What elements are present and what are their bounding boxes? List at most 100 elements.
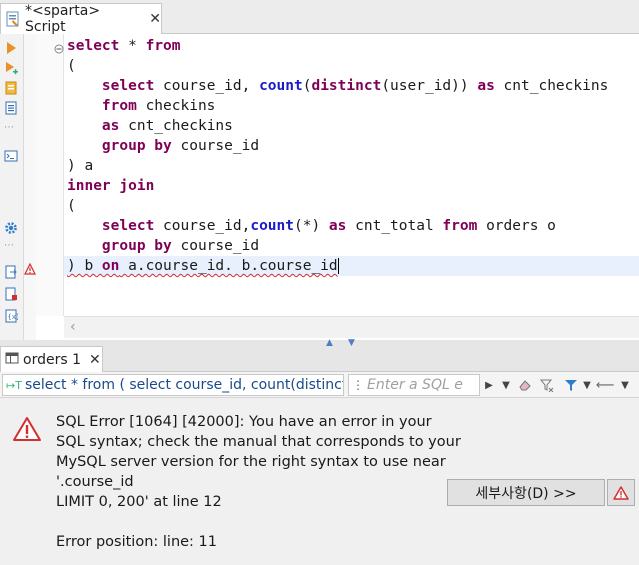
error-line: LIMIT 0, 200' at line 12 (56, 494, 222, 510)
code-text: checkins (136, 98, 216, 114)
code-text: (*) (294, 218, 329, 234)
error-line: MySQL server version for the right synta… (56, 454, 446, 470)
result-tab-title: orders 1 (23, 351, 81, 368)
error-line (56, 512, 446, 532)
error-line: '.course_id (56, 474, 134, 490)
error-line: Error position: line: 11 (56, 534, 217, 550)
query-type-icon: ↦T (6, 378, 22, 392)
code-text: course_id (171, 138, 260, 154)
code-line[interactable]: inner join (64, 176, 154, 196)
toolbar-separator-icon: ⋯ (4, 122, 14, 133)
explain-plan-icon[interactable] (4, 80, 18, 95)
close-tab-icon[interactable]: ✕ (149, 11, 161, 27)
menu-icon[interactable]: ▼ (616, 376, 634, 394)
executed-query-field[interactable]: ↦T select * from ( select course_id, cou… (2, 374, 344, 396)
code-keyword: from (101, 98, 137, 114)
code-text: orders o (477, 218, 556, 234)
horizontal-scrollbar[interactable]: ‹ (64, 316, 639, 338)
editor-tabbar: *<sparta> Script ✕ (0, 0, 639, 35)
error-line: SQL Error [1064] [42000]: You have an er… (56, 414, 432, 430)
code-line[interactable]: from checkins (64, 96, 216, 116)
code-function: count (250, 218, 294, 234)
code-keyword: as (477, 78, 495, 94)
code-text: * (119, 38, 146, 54)
code-text: ) a (67, 158, 94, 174)
filter-history-icon[interactable]: ▼ (497, 376, 515, 394)
run-script-icon[interactable] (4, 60, 18, 75)
code-keyword: select (101, 218, 155, 234)
app-window: *<sparta> Script ✕ ⋯ ⋯ {x select * from … (0, 0, 639, 565)
code-line[interactable]: as cnt_checkins (64, 116, 233, 136)
sql-filter-input[interactable] (367, 377, 467, 393)
run-statement-icon[interactable] (4, 40, 18, 54)
line-number-bar (36, 34, 64, 316)
code-error-keyword: on (101, 258, 120, 274)
code-line[interactable]: select course_id, count(distinct(user_id… (64, 76, 608, 96)
scroll-left-icon[interactable]: ‹ (70, 319, 76, 335)
results-tabbar: orders 1 ✕ (0, 346, 639, 372)
code-line[interactable]: ) a (64, 156, 93, 176)
code-keyword: as (101, 118, 120, 134)
grid-icon (5, 350, 19, 369)
code-line[interactable]: ( (64, 56, 76, 76)
code-keyword: from (442, 218, 478, 234)
text-caret (337, 258, 339, 274)
sql-filter-field[interactable]: ⋮ (348, 374, 480, 396)
code-keyword: group by (101, 238, 172, 254)
code-line[interactable]: ( (64, 196, 76, 216)
editor-side-toolbar: ⋯ ⋯ {x} (0, 34, 24, 340)
tab-orders-1[interactable]: orders 1 ✕ (0, 346, 103, 372)
load-plan-icon[interactable] (4, 100, 18, 115)
import-icon[interactable] (4, 286, 18, 301)
back-arrow-icon[interactable]: ⟵ (596, 376, 615, 394)
details-button[interactable]: 세부사항(D) >> (447, 479, 605, 506)
code-text: course_id, (154, 78, 260, 94)
code-line[interactable]: group by course_id (64, 136, 259, 156)
tab-sparta-script[interactable]: *<sparta> Script ✕ (0, 3, 162, 35)
code-keyword: select (67, 38, 120, 54)
code-line[interactable]: select * from (64, 36, 181, 56)
code-keyword: group by (101, 138, 172, 154)
toolbar-separator-icon: ⋯ (4, 240, 14, 251)
code-line[interactable]: select course_id,count(*) as cnt_total f… (64, 216, 556, 236)
close-result-tab-icon[interactable]: ✕ (89, 352, 101, 368)
error-line: SQL syntax; check the manual that corres… (56, 434, 461, 450)
open-console-icon[interactable] (4, 148, 18, 162)
code-keyword: distinct (311, 78, 382, 94)
code-text: course_id (171, 238, 260, 254)
error-warning-icon (12, 416, 42, 446)
error-log-button[interactable] (607, 479, 635, 506)
clear-filter-icon[interactable] (516, 376, 534, 394)
code-line[interactable]: ) b on a.course_id. b.course_id (64, 256, 639, 276)
filter-settings-icon[interactable] (538, 376, 556, 394)
code-area[interactable]: select * from( select course_id, count(d… (64, 36, 639, 318)
filter-dropdown-icon[interactable]: ▼ (578, 376, 596, 394)
code-keyword: as (328, 218, 347, 234)
export-icon[interactable] (4, 264, 18, 279)
warning-icon (24, 260, 36, 279)
executed-query-text: select * from ( select course_id, count(… (24, 377, 343, 393)
error-panel: SQL Error [1064] [42000]: You have an er… (0, 398, 639, 565)
code-keyword: select (101, 78, 155, 94)
annotation-ruler (24, 34, 36, 340)
sql-file-icon (5, 11, 21, 27)
svg-text:{x}: {x} (8, 313, 19, 321)
results-filter-bar: ↦T select * from ( select course_id, cou… (0, 372, 639, 398)
code-text: (user_id)) (381, 78, 478, 94)
code-error-text: ) b (67, 258, 102, 274)
code-text: course_id, (154, 218, 251, 234)
code-keyword: from (145, 38, 181, 54)
collapse-icon[interactable] (54, 39, 64, 54)
settings-gear-icon[interactable] (4, 220, 18, 234)
apply-filter-icon[interactable]: ▶ (480, 376, 498, 394)
sql-editor[interactable]: ⋯ ⋯ {x} (0, 34, 639, 340)
code-line[interactable]: group by course_id (64, 236, 259, 256)
code-text: ( (67, 58, 76, 74)
format-icon[interactable]: {x} (4, 308, 20, 323)
code-text: cnt_total (346, 218, 443, 234)
